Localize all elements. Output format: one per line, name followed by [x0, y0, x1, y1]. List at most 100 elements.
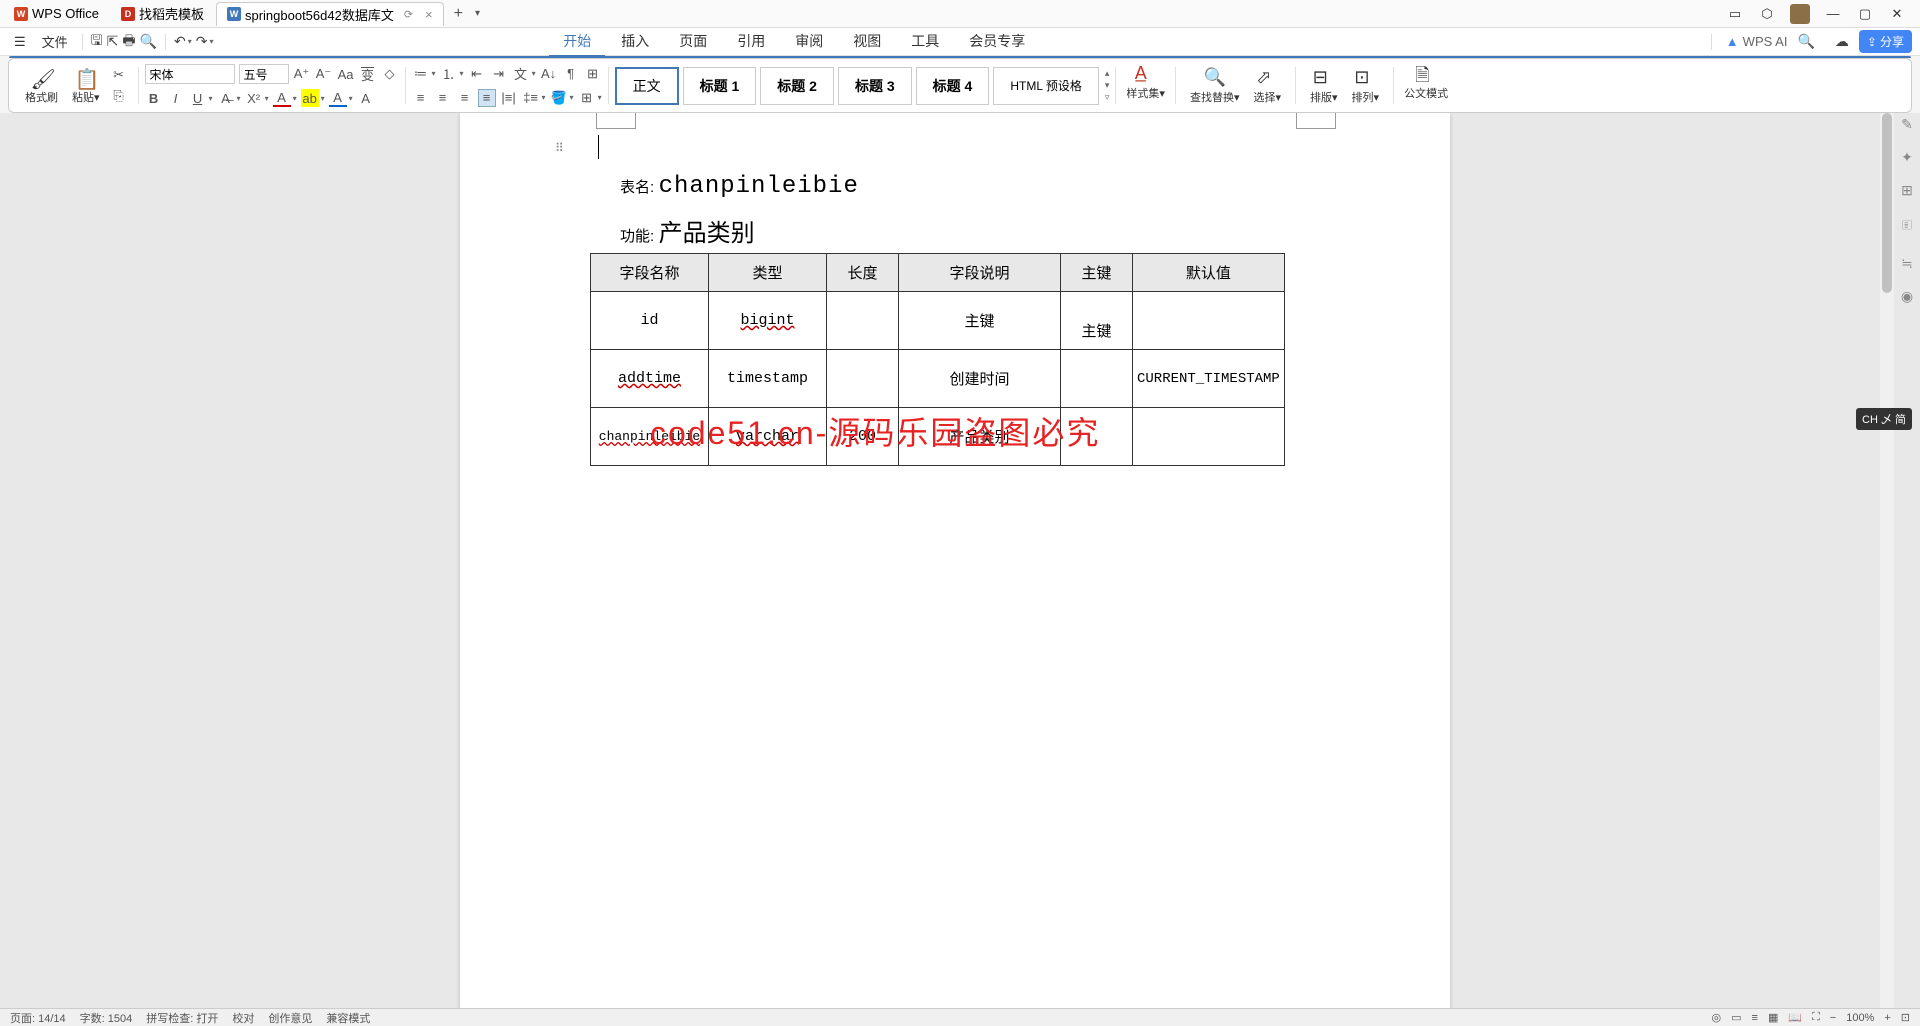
text-color-button[interactable]: A [329, 89, 347, 107]
convert-icon[interactable]: ≒ [1901, 255, 1913, 272]
writing-advice[interactable]: 创作意见 [268, 1010, 312, 1026]
grow-font-icon[interactable]: A⁺ [293, 65, 311, 83]
format-marks-icon[interactable]: ⊞ [584, 65, 602, 83]
style-normal[interactable]: 正文 [615, 67, 679, 105]
outline-view-icon[interactable]: ≡ [1752, 1012, 1758, 1024]
number-dropdown[interactable]: ▾ [460, 69, 464, 78]
close-icon[interactable]: × [425, 7, 433, 22]
decrease-indent-icon[interactable]: ⇤ [468, 65, 486, 83]
sparkle-icon[interactable]: ✦ [1901, 149, 1913, 166]
tab-reference[interactable]: 引用 [723, 27, 779, 57]
copy-icon[interactable]: ⎘ [110, 87, 128, 105]
hamburger-icon[interactable]: ☰ [8, 32, 32, 52]
web-view-icon[interactable]: ▦ [1768, 1011, 1778, 1024]
target-icon[interactable]: ◎ [1712, 1011, 1722, 1024]
align-right-icon[interactable]: ≡ [456, 89, 474, 107]
page-view-icon[interactable]: ▭ [1731, 1011, 1741, 1024]
clear-format-icon[interactable]: ◇ [381, 65, 399, 83]
style-scroll[interactable]: ▴▾▿ [1103, 68, 1110, 103]
tablet-icon[interactable]: ▭ [1726, 7, 1744, 21]
arrange-button[interactable]: ⊡ 排列▾ [1348, 67, 1384, 105]
fill-dropdown[interactable]: ▾ [570, 93, 574, 102]
spell-check-status[interactable]: 拼写检查: 打开 [146, 1010, 218, 1026]
tab-start[interactable]: 开始 [549, 27, 605, 57]
tab-insert[interactable]: 插入 [607, 27, 663, 57]
table-row[interactable]: addtime timestamp 创建时间 CURRENT_TIMESTAMP [591, 350, 1285, 408]
bullet-dropdown[interactable]: ▾ [432, 69, 436, 78]
pencil-icon[interactable]: ✎ [1901, 116, 1913, 133]
fill-color-icon[interactable]: 🪣 [550, 89, 568, 107]
vertical-scrollbar[interactable] [1880, 113, 1894, 1008]
line-spacing-icon[interactable]: ‡≡ [522, 89, 540, 107]
style-h4[interactable]: 标题 4 [916, 67, 990, 105]
add-tab-button[interactable]: + [446, 5, 471, 23]
highlight-dropdown[interactable]: ▾ [321, 94, 325, 103]
align-center-icon[interactable]: ≡ [434, 89, 452, 107]
align-left-icon[interactable]: ≡ [412, 89, 430, 107]
textcolor-dropdown[interactable]: ▾ [349, 94, 353, 103]
grid-icon[interactable]: ⊞ [1901, 182, 1913, 199]
minimize-icon[interactable]: — [1824, 7, 1842, 21]
fullscreen-icon[interactable]: ⛶ [1812, 1011, 1820, 1024]
number-list-icon[interactable]: ⒈ [440, 65, 458, 83]
super-dropdown[interactable]: ▾ [265, 94, 269, 103]
property-icon[interactable]: 🗉 [1902, 215, 1912, 239]
increase-indent-icon[interactable]: ⇥ [490, 65, 508, 83]
styleset-button[interactable]: A̲ 样式集▾ [1122, 63, 1169, 108]
style-h3[interactable]: 标题 3 [838, 67, 912, 105]
style-html[interactable]: HTML 预设格 [993, 67, 1099, 105]
cloud-icon[interactable]: ☁ [1835, 33, 1849, 50]
maximize-icon[interactable]: ▢ [1856, 7, 1874, 21]
zoom-value[interactable]: 100% [1846, 1012, 1874, 1024]
style-h2[interactable]: 标题 2 [760, 67, 834, 105]
zoom-out-icon[interactable]: − [1830, 1012, 1836, 1024]
select-button[interactable]: ⬀ 选择▾ [1249, 67, 1285, 105]
redo-icon[interactable]: ↷ [196, 33, 208, 50]
print-icon[interactable]: 🖶 [122, 30, 135, 54]
font-color-button[interactable]: A [273, 89, 291, 107]
docmode-button[interactable]: 🗎 公文模式 [1400, 63, 1452, 108]
document-area[interactable]: ⠿ 表名: chanpinleibie 功能: 产品类别 字段名称 类型 长度 … [0, 113, 1920, 1008]
underline-button[interactable]: U [189, 89, 207, 107]
border-dropdown[interactable]: ▾ [598, 93, 602, 102]
tab-page[interactable]: 页面 [665, 27, 721, 57]
fit-icon[interactable]: ⊡ [1901, 1011, 1910, 1024]
shrink-font-icon[interactable]: A⁻ [315, 65, 333, 83]
style-h1[interactable]: 标题 1 [683, 67, 757, 105]
strike-dropdown[interactable]: ▾ [237, 94, 241, 103]
wps-ai-button[interactable]: ▲ WPS AI [1726, 34, 1788, 49]
redo-dropdown[interactable]: ▾ [209, 37, 213, 46]
tab-tools[interactable]: 工具 [897, 27, 953, 57]
find-replace-button[interactable]: 🔍 查找替换▾ [1186, 67, 1244, 105]
show-marks-icon[interactable]: ¶ [562, 65, 580, 83]
dir-dropdown[interactable]: ▾ [532, 69, 536, 78]
table-row[interactable]: id bigint 主键 主键 [591, 292, 1285, 350]
tab-document[interactable]: W springboot56d42数据库文 ⟳ × [216, 2, 444, 26]
cube-icon[interactable]: ⬡ [1758, 7, 1776, 21]
undo-dropdown[interactable]: ▾ [188, 37, 192, 46]
spacing-dropdown[interactable]: ▾ [542, 93, 546, 102]
sort-button[interactable]: ⊟ 排版▾ [1306, 67, 1342, 105]
char-border-button[interactable]: A [357, 89, 375, 107]
scrollbar-thumb[interactable] [1882, 113, 1892, 293]
table-row[interactable]: chanpinleibie varchar 200 产品类别 [591, 408, 1285, 466]
tab-vip[interactable]: 会员专享 [955, 27, 1039, 57]
highlight-button[interactable]: ab [301, 89, 319, 107]
undo-icon[interactable]: ↶ [174, 33, 186, 50]
tab-docer[interactable]: D 找稻壳模板 [111, 2, 214, 26]
search-icon[interactable]: 🔍 [1797, 33, 1814, 50]
border-icon[interactable]: ⊞ [578, 89, 596, 107]
preview-icon[interactable]: 🔍 [140, 33, 157, 50]
close-window-icon[interactable]: ✕ [1888, 7, 1906, 21]
database-table[interactable]: 字段名称 类型 长度 字段说明 主键 默认值 id bigint 主键 主键 a… [590, 253, 1285, 466]
cut-icon[interactable]: ✂ [110, 66, 128, 84]
paste-button[interactable]: 📋 粘贴▾ [68, 67, 104, 105]
bullet-list-icon[interactable]: ≔ [412, 65, 430, 83]
share-button[interactable]: ⇪ 分享 [1859, 30, 1912, 53]
change-case-icon[interactable]: Aa [337, 65, 355, 83]
tab-view[interactable]: 视图 [839, 27, 895, 57]
align-justify-icon[interactable]: ≡ [478, 89, 496, 107]
page-indicator[interactable]: 页面: 14/14 [10, 1010, 66, 1026]
proofread[interactable]: 校对 [232, 1010, 254, 1026]
font-select[interactable] [145, 64, 235, 84]
